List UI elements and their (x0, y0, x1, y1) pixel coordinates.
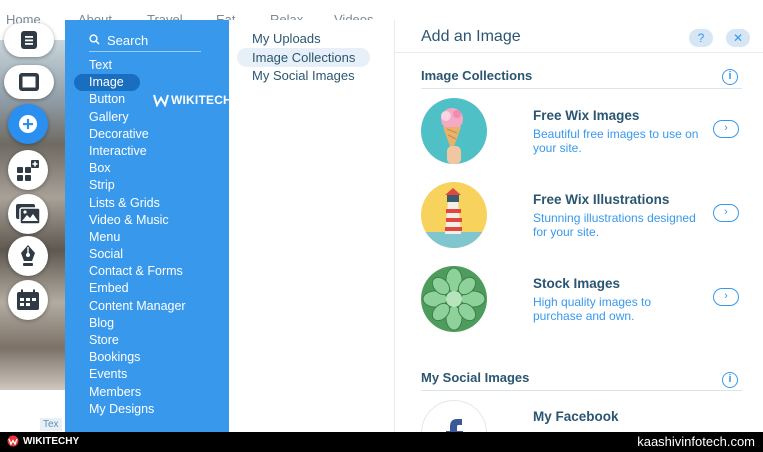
collection-title: Stock Images (533, 276, 621, 291)
add-button[interactable] (8, 104, 48, 144)
category-bookings[interactable]: Bookings (65, 349, 229, 366)
category-members[interactable]: Members (65, 384, 229, 401)
category-interactive[interactable]: Interactive (65, 143, 229, 160)
image-subcategory-panel: My Uploads Image Collections My Social I… (229, 20, 395, 432)
category-content-manager[interactable]: Content Manager (65, 298, 229, 315)
add-icon (17, 113, 39, 135)
facebook-thumbnail (421, 400, 487, 432)
panel-title: Add an Image (421, 28, 521, 45)
social-my-facebook[interactable]: My Facebook › (421, 400, 751, 432)
subcategory-my-social-images[interactable]: My Social Images (237, 66, 370, 85)
add-image-panel: Add an Image ? ✕ Image Collections i Fre… (395, 20, 763, 432)
collection-title: Free Wix Illustrations (533, 192, 670, 207)
media-icon (15, 203, 41, 225)
wikitechy-logo-icon (7, 435, 19, 447)
category-my-designs[interactable]: My Designs (65, 401, 229, 418)
search-field[interactable]: Search (89, 30, 201, 52)
media-button[interactable] (8, 194, 48, 234)
category-list: Text Image Button Gallery Decorative Int… (65, 57, 229, 418)
collection-title: Free Wix Images (533, 108, 640, 123)
close-button[interactable]: ✕ (726, 29, 750, 47)
site-text-tab[interactable]: Tex (40, 418, 62, 431)
bottom-logo-text: WIKITECHY (23, 435, 80, 447)
free-wix-illustrations-thumbnail (421, 182, 487, 248)
blog-pen-icon (18, 244, 38, 268)
category-gallery[interactable]: Gallery (65, 109, 229, 126)
chevron-right-icon[interactable]: › (713, 120, 739, 138)
search-label: Search (107, 33, 149, 48)
category-social[interactable]: Social (65, 246, 229, 263)
bottom-logo: WIKITECHY (6, 435, 79, 447)
collection-stock-images[interactable]: Stock Images High quality images to purc… (421, 266, 751, 336)
section-title-image-collections: Image Collections (421, 68, 533, 83)
category-embed[interactable]: Embed (65, 280, 229, 297)
bookings-button[interactable] (8, 280, 48, 320)
chevron-right-icon[interactable]: › (713, 288, 739, 306)
category-text[interactable]: Text (65, 57, 229, 74)
info-icon[interactable]: i (722, 69, 738, 85)
category-blog[interactable]: Blog (65, 315, 229, 332)
category-events[interactable]: Events (65, 366, 229, 383)
category-menu[interactable]: Menu (65, 229, 229, 246)
social-title: My Facebook (533, 409, 619, 424)
stock-images-thumbnail (421, 266, 487, 332)
pages-button[interactable] (4, 23, 54, 57)
help-button[interactable]: ? (689, 29, 713, 47)
category-video-music[interactable]: Video & Music (65, 212, 229, 229)
category-decorative[interactable]: Decorative (65, 126, 229, 143)
watermark-logo-icon (153, 94, 169, 107)
subcategory-image-collections[interactable]: Image Collections (237, 48, 371, 67)
add-categories-panel: Search Text Image Button Gallery Decorat… (65, 20, 229, 432)
pages-icon (19, 30, 39, 50)
info-icon[interactable]: i (722, 372, 738, 388)
bottom-banner: WIKITECHY kaashivinfotech.com (0, 432, 763, 452)
background-button[interactable] (4, 65, 54, 99)
bookings-icon (16, 289, 40, 311)
collection-description: Stunning illustrations designed for your… (533, 211, 696, 239)
collection-free-wix-images[interactable]: Free Wix Images Beautiful free images to… (421, 98, 751, 168)
section-title-my-social-images: My Social Images (421, 370, 530, 385)
category-lists-grids[interactable]: Lists & Grids (65, 195, 229, 212)
chevron-right-icon[interactable]: › (713, 204, 739, 222)
section-divider (421, 390, 742, 391)
panel-header: Add an Image ? ✕ (395, 20, 763, 53)
blog-button[interactable] (8, 236, 48, 276)
facebook-icon (446, 419, 463, 432)
section-divider (421, 88, 742, 89)
category-box[interactable]: Box (65, 160, 229, 177)
add-apps-button[interactable] (8, 150, 48, 190)
background-icon (18, 72, 40, 92)
collection-description: Beautiful free images to use on your sit… (533, 127, 699, 155)
add-apps-icon (16, 158, 40, 182)
collection-free-wix-illustrations[interactable]: Free Wix Illustrations Stunning illustra… (421, 182, 751, 252)
category-store[interactable]: Store (65, 332, 229, 349)
collection-description: High quality images to purchase and own. (533, 295, 652, 323)
watermark: WIKITECHY (153, 93, 240, 107)
search-icon (89, 32, 100, 50)
category-contact-forms[interactable]: Contact & Forms (65, 263, 229, 280)
category-strip[interactable]: Strip (65, 177, 229, 194)
free-wix-images-thumbnail (421, 98, 487, 164)
subcategory-my-uploads[interactable]: My Uploads (237, 29, 336, 48)
category-image[interactable]: Image (65, 74, 229, 92)
bottom-site-url: kaashivinfotech.com (637, 434, 755, 449)
